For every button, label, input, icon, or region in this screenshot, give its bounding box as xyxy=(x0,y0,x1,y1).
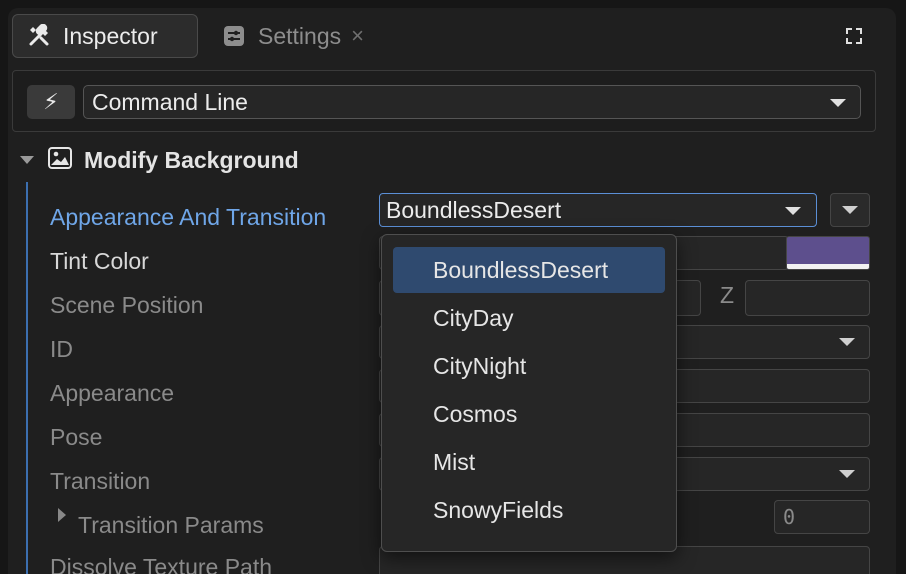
dropdown-option[interactable]: CityDay xyxy=(393,295,665,341)
lightning-icon[interactable]: ⚡ xyxy=(27,85,75,119)
section-header[interactable]: Modify Background xyxy=(18,144,299,176)
tint-color-label: Tint Color xyxy=(50,248,149,274)
appearance-transition-value: BoundlessDesert xyxy=(386,196,562,223)
tools-icon xyxy=(27,24,51,48)
transition-params-field[interactable]: 0 xyxy=(774,500,870,534)
transition-params-label: Transition Params xyxy=(78,512,264,538)
section-title: Modify Background xyxy=(84,146,299,173)
fullscreen-icon[interactable] xyxy=(844,26,864,46)
expand-triangle-icon[interactable] xyxy=(58,508,66,522)
id-label: ID xyxy=(50,336,73,362)
tab-settings[interactable]: Settings × xyxy=(222,14,364,58)
dropdown-option[interactable]: SnowyFields xyxy=(393,487,665,533)
chevron-down-icon xyxy=(830,99,846,107)
appearance-dropdown-list: BoundlessDesert CityDay CityNight Cosmos… xyxy=(381,234,677,552)
appearance-label: Appearance xyxy=(50,380,175,406)
scene-position-label: Scene Position xyxy=(50,292,204,318)
sliders-icon xyxy=(222,24,246,48)
tab-inspector-label: Inspector xyxy=(63,22,158,49)
scene-position-z-field[interactable] xyxy=(745,280,870,316)
chevron-down-icon xyxy=(839,470,855,478)
dropdown-option[interactable]: Mist xyxy=(393,439,665,485)
tab-settings-label: Settings xyxy=(258,22,342,49)
chevron-down-icon xyxy=(785,207,801,215)
dropdown-option[interactable]: BoundlessDesert xyxy=(393,247,665,293)
dropdown-option[interactable]: Cosmos xyxy=(393,391,665,437)
transition-label: Transition xyxy=(50,468,151,494)
tint-color-swatch[interactable] xyxy=(786,236,870,270)
appearance-transition-label: Appearance And Transition xyxy=(50,204,327,230)
collapse-triangle-icon[interactable] xyxy=(20,156,34,164)
section-accent-line xyxy=(26,182,28,574)
pose-label: Pose xyxy=(50,424,103,450)
appearance-transition-select[interactable]: BoundlessDesert xyxy=(379,193,817,227)
tab-inspector[interactable]: Inspector xyxy=(12,14,198,58)
chevron-down-icon xyxy=(839,338,855,346)
tint-alpha-bar xyxy=(787,264,869,269)
command-row: ⚡ Command Line xyxy=(12,70,876,132)
dropdown-option[interactable]: CityNight xyxy=(393,343,665,389)
image-icon xyxy=(48,146,72,174)
dissolve-texture-path-label: Dissolve Texture Path xyxy=(50,554,273,574)
chevron-down-icon xyxy=(842,206,858,214)
close-icon[interactable]: × xyxy=(351,23,364,49)
z-axis-label: Z xyxy=(720,282,735,308)
appearance-options-button[interactable] xyxy=(830,193,870,227)
command-select[interactable]: Command Line xyxy=(83,85,861,119)
command-select-value: Command Line xyxy=(92,88,248,115)
